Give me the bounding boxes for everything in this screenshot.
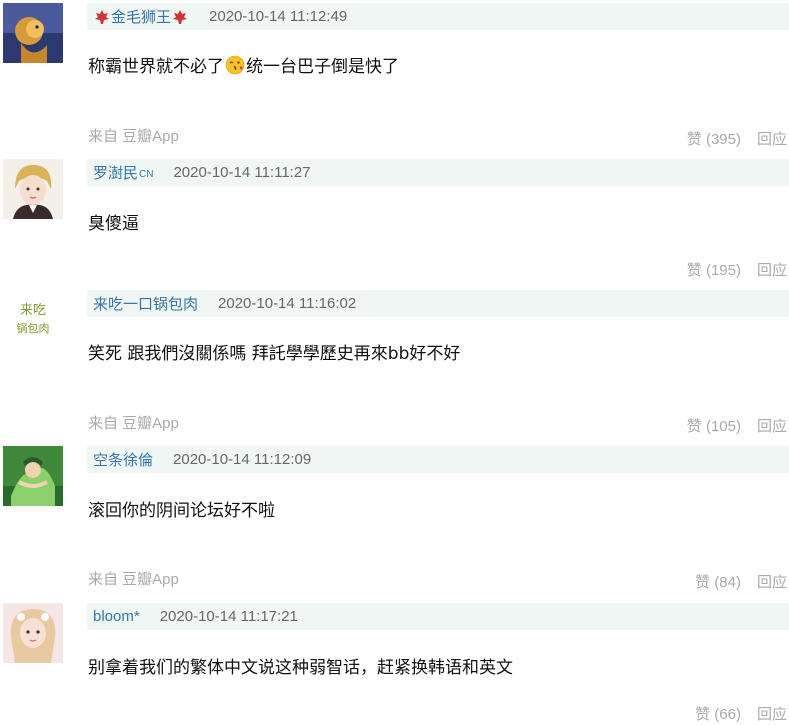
comment-meta: 罗澍民 CN 2020-10-14 11:11:27 [87, 159, 789, 186]
source-label: 来自 豆瓣App [88, 415, 179, 432]
svg-text:来吃: 来吃 [20, 302, 46, 318]
avatar[interactable]: 来吃 锅包肉 [3, 289, 63, 349]
comment-actions: 赞 (105) 回应 [687, 415, 787, 436]
author-link[interactable]: 金毛狮王 [93, 6, 189, 27]
author-name: 空条徐倫 [93, 452, 154, 469]
like-button[interactable]: 赞 (66) [695, 703, 741, 724]
reply-button[interactable]: 回应 [757, 571, 787, 592]
like-button[interactable]: 赞 (84) [695, 571, 741, 592]
comment-text: 臭傻逼 [88, 214, 139, 234]
author-link[interactable]: 罗澍民 CN [93, 162, 153, 183]
comment-meta: 金毛狮王 2020-10-14 11:12:49 [87, 3, 789, 30]
avatar[interactable] [3, 159, 63, 219]
reply-button[interactable]: 回应 [757, 703, 787, 724]
comment-actions: 赞 (395) 回应 [687, 128, 787, 149]
svg-text:锅包肉: 锅包肉 [17, 322, 50, 335]
comment-meta: 空条徐倫 2020-10-14 11:12:09 [87, 446, 789, 473]
comment-text: 笑死 跟我們沒關係嗎 拜託學學歷史再來bb好不好 [88, 344, 461, 364]
like-button[interactable]: 赞 (105) [687, 415, 741, 436]
avatar[interactable] [3, 446, 63, 506]
source-label: 来自 豆瓣App [88, 128, 179, 145]
author-link[interactable]: bloom* [93, 608, 140, 625]
author-link[interactable]: 空条徐倫 [93, 449, 153, 470]
like-button[interactable]: 赞 (195) [687, 259, 741, 280]
comment-time: 2020-10-14 11:16:02 [218, 295, 357, 312]
comment-text: 滚回你的阴间论坛好不啦 [88, 501, 275, 521]
comment-text: 别拿着我们的繁体中文说这种弱智话，赶紧换韩语和英文 [88, 658, 513, 678]
author-name: 来吃一口锅包肉 [93, 296, 199, 313]
comment-actions: 赞 (66) 回应 [695, 703, 787, 724]
reply-button[interactable]: 回应 [757, 128, 787, 149]
maple-leaf-icon [93, 9, 111, 25]
comment-list: 金毛狮王 2020-10-14 11:12:49 称霸世界就不必了 统一台巴子倒… [0, 0, 789, 725]
comment-text-part: 称霸世界就不必了 [88, 57, 224, 77]
comment-time: 2020-10-14 11:12:09 [173, 451, 312, 468]
author-name: 金毛狮王 [111, 9, 172, 26]
comment-meta: 来吃一口锅包肉 2020-10-14 11:16:02 [87, 290, 789, 317]
comment-actions: 赞 (195) 回应 [687, 259, 787, 280]
comment-time: 2020-10-14 11:12:49 [209, 8, 348, 25]
author-name: 罗澍民 [93, 165, 139, 182]
avatar[interactable] [3, 603, 63, 663]
author-badge: CN [139, 168, 154, 180]
comment-actions: 赞 (84) 回应 [695, 571, 787, 592]
author-link[interactable]: 来吃一口锅包肉 [93, 293, 198, 314]
reply-button[interactable]: 回应 [757, 415, 787, 436]
comment-meta: bloom* 2020-10-14 11:17:21 [87, 603, 789, 630]
source-label: 来自 豆瓣App [88, 571, 179, 588]
maple-leaf-icon [171, 9, 189, 25]
like-button[interactable]: 赞 (395) [687, 128, 741, 149]
comment-time: 2020-10-14 11:17:21 [159, 608, 298, 625]
kiss-emoji-icon [225, 55, 245, 75]
comment-text-part: 统一台巴子倒是快了 [246, 57, 399, 77]
comment-text: 称霸世界就不必了 统一台巴子倒是快了 [88, 52, 399, 77]
avatar[interactable] [3, 3, 63, 63]
reply-button[interactable]: 回应 [757, 259, 787, 280]
author-name: bloom* [93, 608, 140, 625]
comment-time: 2020-10-14 11:11:27 [173, 164, 311, 181]
